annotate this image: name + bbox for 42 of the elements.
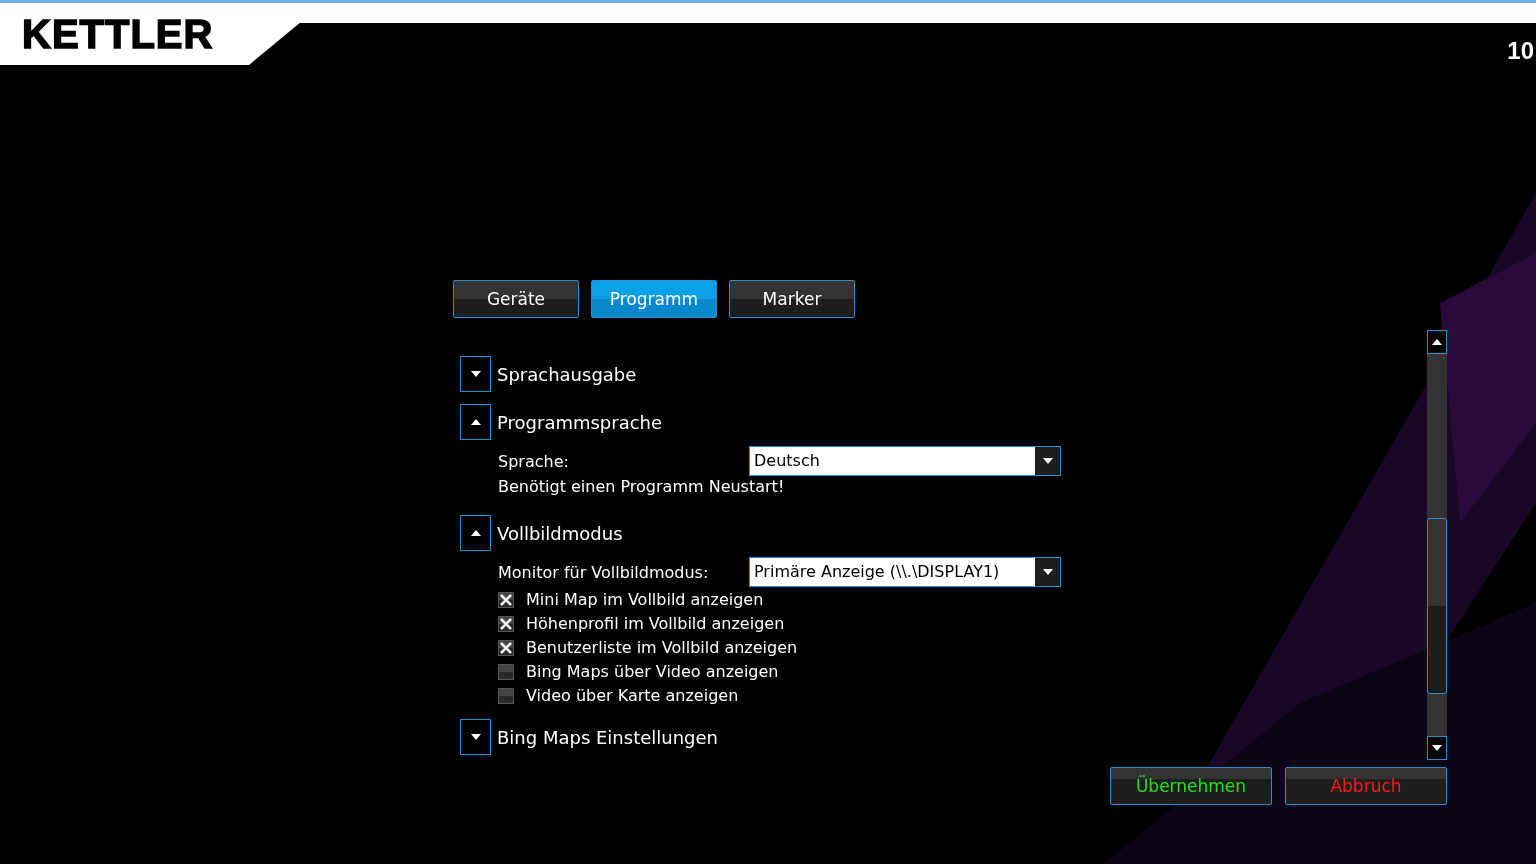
dropdown[interactable]: Primäre Anzeige (\\.\DISPLAY1) [749,557,1061,587]
cancel-button[interactable]: Abbruch [1285,767,1447,805]
tab[interactable]: Programm [591,280,717,318]
scroll-thumb[interactable] [1427,518,1447,694]
dropdown[interactable]: Deutsch [749,446,1061,476]
caret-icon [1042,569,1053,575]
expand-toggle[interactable] [460,356,491,392]
down-arrow-icon [1432,745,1442,751]
note-text: Benötigt einen Programm Neustart! [498,477,786,498]
scroll-up-button[interactable] [1427,330,1447,354]
tab[interactable]: Geräte [453,280,579,318]
expand-toggle[interactable] [460,404,491,440]
checkbox-option[interactable]: Mini Map im Vollbild anzeigen [498,588,1427,611]
section-title: Sprachausgabe [497,363,637,385]
scroll-down-button[interactable] [1427,736,1447,760]
checkbox-option[interactable]: Benutzerliste im Vollbild anzeigen [498,636,1427,659]
section-title: Vollbildmodus [497,522,623,544]
checkbox-option[interactable]: Höhenprofil im Vollbild anzeigen [498,612,1427,635]
tab[interactable]: Marker [729,280,855,318]
field-label: Monitor für Vollbildmodus: [498,562,710,582]
scrollbar[interactable] [1427,330,1447,760]
section-title: Bing Maps Einstellungen [497,726,718,748]
apply-button[interactable]: Übernehmen [1110,767,1272,805]
checkbox[interactable] [498,687,514,704]
checkbox[interactable] [498,639,514,656]
section-title: Programmsprache [497,411,663,433]
collapse-icon [470,419,481,425]
expand-icon [470,371,481,377]
expand-toggle[interactable] [460,515,491,551]
checkbox[interactable] [498,591,514,608]
logo: KETTLER [22,11,214,57]
checkbox-option[interactable]: Video über Karte anzeigen [498,684,1427,707]
collapse-icon [470,530,481,536]
checkbox[interactable] [498,663,514,680]
up-arrow-icon [1432,339,1442,345]
checkbox-option[interactable]: Bing Maps über Video anzeigen [498,660,1427,683]
checkbox[interactable] [498,615,514,632]
corner-number: 10 [1507,37,1535,65]
expand-icon [470,734,481,740]
expand-toggle[interactable] [460,719,491,755]
caret-icon [1042,458,1053,464]
field-label: Sprache: [498,451,570,471]
